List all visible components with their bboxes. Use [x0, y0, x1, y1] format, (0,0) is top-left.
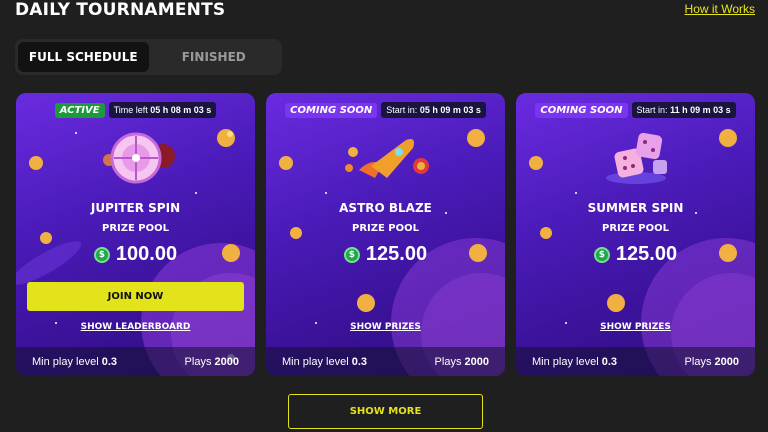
join-now-button[interactable]: JOIN NOW: [27, 282, 244, 311]
timer: Start in: 11 h 09 m 03 s: [631, 102, 736, 118]
game-name: JUPITER SPIN: [90, 201, 181, 215]
game-name: ASTRO BLAZE: [339, 201, 432, 215]
status-badge: ACTIVE: [54, 102, 105, 118]
prize-pool-label: PRIZE POOL: [101, 223, 170, 234]
tournament-card-summer-spin: COMING SOON Start in: 11 h 09 m 03 s SUM…: [516, 93, 755, 376]
prize-pool-amount: 125.00: [365, 243, 428, 265]
rocket-icon: [344, 139, 429, 178]
prize-pool-label: PRIZE POOL: [351, 223, 420, 234]
min-play-level: Min play level 0.3: [282, 355, 367, 368]
dollar-coin-icon: $: [343, 246, 360, 263]
show-leaderboard-link[interactable]: SHOW LEADERBOARD: [16, 322, 255, 332]
tournament-card-jupiter-spin: ACTIVE Time left 05 h 08 m 03 s JUPITER …: [16, 93, 255, 376]
dollar-coin-icon: $: [93, 246, 110, 263]
status-badge: COMING SOON: [535, 102, 628, 118]
how-it-works-link[interactable]: How it Works: [685, 2, 755, 16]
tab-full-schedule[interactable]: FULL SCHEDULE: [18, 42, 149, 72]
prize-pool: $ 125.00: [266, 243, 505, 266]
tournament-tabs: FULL SCHEDULE FINISHED: [15, 39, 282, 75]
page-title: DAILY TOURNAMENTS: [15, 0, 226, 20]
card-footer: Min play level 0.3 Plays 2000: [16, 347, 255, 376]
status-badge: COMING SOON: [285, 102, 378, 118]
show-prizes-link[interactable]: SHOW PRIZES: [266, 322, 505, 332]
dollar-coin-icon: $: [593, 246, 610, 263]
prize-pool: $ 125.00: [516, 243, 755, 266]
min-play-level: Min play level 0.3: [32, 355, 117, 368]
prize-pool: $ 100.00: [16, 243, 255, 266]
card-footer: Min play level 0.3 Plays 2000: [516, 347, 755, 376]
tournament-card-astro-blaze: COMING SOON Start in: 05 h 09 m 03 s AST…: [266, 93, 505, 376]
game-name: SUMMER SPIN: [587, 201, 684, 215]
roulette-wheel-icon: [102, 132, 175, 184]
plays-count: Plays 2000: [434, 355, 489, 368]
show-prizes-link[interactable]: SHOW PRIZES: [516, 322, 755, 332]
tab-finished[interactable]: FINISHED: [149, 42, 280, 72]
plays-count: Plays 2000: [184, 355, 239, 368]
show-more-button[interactable]: SHOW MORE: [288, 394, 483, 429]
card-footer: Min play level 0.3 Plays 2000: [266, 347, 505, 376]
timer: Time left 05 h 08 m 03 s: [108, 102, 217, 118]
plays-count: Plays 2000: [684, 355, 739, 368]
prize-pool-label: PRIZE POOL: [601, 223, 670, 234]
prize-pool-amount: 100.00: [115, 243, 178, 265]
timer: Start in: 05 h 09 m 03 s: [381, 102, 486, 118]
min-play-level: Min play level 0.3: [532, 355, 617, 368]
dice-icon: [605, 132, 667, 184]
prize-pool-amount: 125.00: [615, 243, 678, 265]
